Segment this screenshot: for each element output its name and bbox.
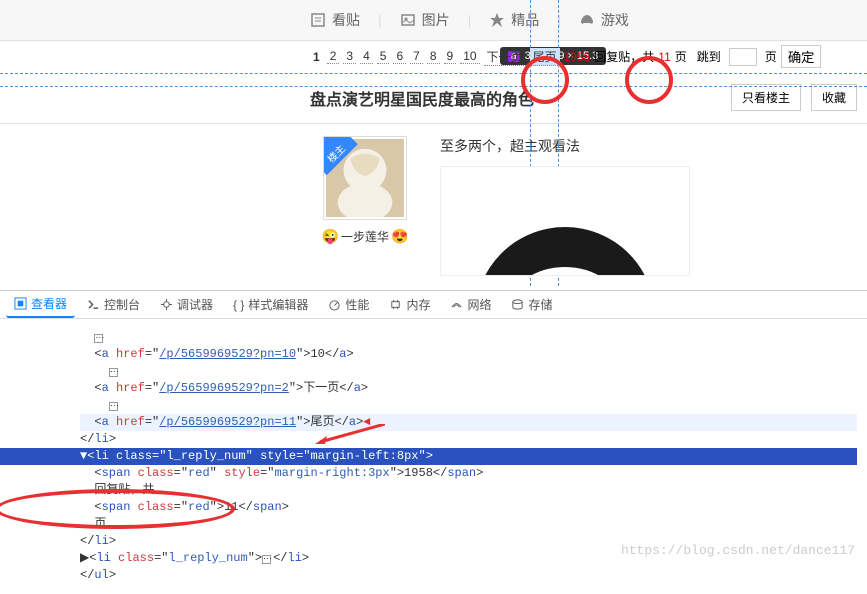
nav-posts[interactable]: 看贴: [310, 10, 360, 30]
reply-count: 1958: [564, 50, 591, 64]
page-link[interactable]: 7: [410, 49, 423, 64]
jump-confirm-button[interactable]: 确定: [781, 45, 822, 68]
images-icon: [400, 12, 416, 28]
tab-console[interactable]: 控制台: [79, 292, 148, 317]
code-line: <a href="/p/5659969529?pn=2">下一页</a>: [80, 380, 857, 397]
code-line: <span class="red">11</span>: [80, 499, 857, 516]
games-icon: [579, 12, 595, 28]
debugger-icon: [160, 298, 173, 311]
post-body: 楼主 😜 一步莲华 😍 至多两个，超主观看法: [0, 124, 867, 276]
tab-storage-label: 存储: [528, 296, 552, 313]
annotation-arrow: [315, 424, 385, 444]
nav-games[interactable]: 游戏: [579, 10, 629, 30]
page-total: 11: [658, 50, 670, 64]
ruler-horizontal: [0, 73, 867, 74]
tab-debugger-label: 调试器: [177, 296, 213, 313]
tab-memory[interactable]: 内存: [381, 292, 438, 317]
tab-memory-label: 内存: [406, 296, 430, 313]
star-icon: [489, 12, 505, 28]
tab-network[interactable]: 网络: [442, 292, 499, 317]
tab-performance[interactable]: 性能: [320, 292, 377, 317]
page-link[interactable]: 4: [360, 49, 373, 64]
page-link[interactable]: 8: [427, 49, 440, 64]
page-unit: 页: [765, 48, 777, 65]
posts-icon: [310, 12, 326, 28]
page-link[interactable]: 5: [377, 49, 390, 64]
tab-inspector[interactable]: 查看器: [6, 291, 75, 318]
ruler-horizontal: [0, 86, 867, 87]
nav-featured[interactable]: 精品: [489, 10, 539, 30]
storage-icon: [511, 298, 524, 311]
jump-input[interactable]: [729, 48, 757, 66]
tab-storage[interactable]: 存储: [503, 292, 560, 317]
inspector-icon: [14, 297, 27, 310]
code-line: ⋯: [80, 329, 857, 346]
tab-network-label: 网络: [467, 296, 491, 313]
code-line-selected: ▼<li class="l_reply_num" style="margin-l…: [0, 448, 857, 465]
tab-console-label: 控制台: [104, 296, 140, 313]
nav-images[interactable]: 图片: [400, 10, 450, 30]
page-link[interactable]: 9: [444, 49, 457, 64]
code-line: <span class="red" style="margin-right:3p…: [80, 465, 857, 482]
avatar[interactable]: 楼主: [323, 136, 407, 220]
nav-images-label: 图片: [422, 10, 450, 30]
only-owner-button[interactable]: 只看楼主: [731, 84, 801, 111]
username[interactable]: 😜 一步莲华 😍: [310, 228, 420, 245]
code-line: <a href="/p/5659969529?pn=11">尾页</a>◄: [80, 414, 857, 431]
watermark: https://blog.csdn.net/dance117: [621, 543, 855, 558]
emoji-icon: 😜: [322, 228, 339, 245]
tab-inspector-label: 查看器: [31, 295, 67, 312]
nav-separator: |: [468, 12, 472, 28]
code-line: ⋯: [80, 397, 857, 414]
performance-icon: [328, 298, 341, 311]
page-link[interactable]: 3: [343, 49, 356, 64]
favorite-button[interactable]: 收藏: [811, 84, 857, 111]
post-header: 盘点演艺明星国民度最高的角色 只看楼主 收藏: [0, 72, 867, 124]
devtools-tabs: 查看器 控制台 调试器 { } 样式编辑器 性能 内存 网络 存储: [0, 291, 867, 319]
tab-style-label: 样式编辑器: [248, 296, 308, 313]
nav-separator: |: [378, 12, 382, 28]
post-image[interactable]: [440, 166, 690, 276]
page-link[interactable]: 2: [327, 49, 340, 64]
nav-featured-label: 精品: [511, 10, 539, 30]
page-next[interactable]: 下一页: [484, 48, 526, 66]
nav-games-label: 游戏: [601, 10, 629, 30]
username-text: 一步莲华: [341, 228, 389, 245]
console-icon: [87, 298, 100, 311]
devtools-panel: 查看器 控制台 调试器 { } 样式编辑器 性能 内存 网络 存储: [0, 290, 867, 566]
post-title: 盘点演艺明星国民度最高的角色: [310, 86, 534, 110]
code-line: </ul>: [80, 567, 857, 584]
style-icon: { }: [233, 298, 244, 312]
jump-label: 跳到: [697, 48, 721, 65]
content-column: 至多两个，超主观看法: [420, 136, 867, 276]
nav-posts-label: 看贴: [332, 10, 360, 30]
code-line: 页: [80, 516, 857, 533]
code-line: 回复贴，共: [80, 482, 857, 499]
user-column: 楼主 😜 一步莲华 😍: [310, 136, 420, 276]
page-link[interactable]: 10: [460, 49, 479, 64]
code-line: ⋯: [80, 363, 857, 380]
reply-label: 回复贴，共: [594, 48, 654, 65]
page-last[interactable]: 尾页: [530, 48, 560, 66]
memory-icon: [389, 298, 402, 311]
page-link[interactable]: 6: [393, 49, 406, 64]
code-line: <a href="/p/5659969529?pn=10">10</a>: [80, 346, 857, 363]
page-unit: 页: [675, 48, 687, 65]
tab-debugger[interactable]: 调试器: [152, 292, 221, 317]
post-content: 至多两个，超主观看法: [440, 136, 867, 156]
network-icon: [450, 298, 463, 311]
code-line: </li>: [80, 431, 857, 448]
tab-performance-label: 性能: [345, 296, 369, 313]
pager: 1 2 3 4 5 6 7 8 9 10 下一页 尾页 1958回复贴，共 11 页…: [0, 41, 867, 72]
tab-style[interactable]: { } 样式编辑器: [225, 292, 316, 317]
page-current[interactable]: 1: [310, 50, 323, 64]
emoji-icon: 😍: [391, 228, 408, 245]
